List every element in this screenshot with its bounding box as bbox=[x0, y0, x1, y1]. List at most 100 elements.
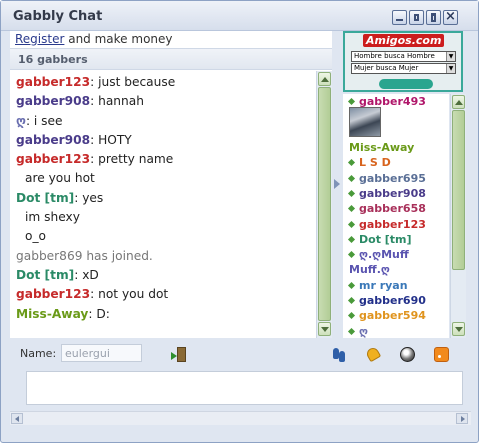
user-name: Dot [tm] bbox=[359, 232, 412, 246]
message-nick[interactable]: gabber908 bbox=[16, 94, 90, 108]
ad-banner[interactable]: Amigos.com Hombre busca Hombre ▼ Mujer bu… bbox=[343, 31, 463, 92]
user-list-item[interactable]: Muff.ღ bbox=[349, 263, 390, 277]
user-list-item[interactable]: gabber695 bbox=[343, 172, 426, 186]
online-status-icon bbox=[347, 159, 356, 167]
message-input[interactable] bbox=[26, 371, 463, 405]
restore-icon bbox=[414, 14, 419, 21]
horizontal-scrollbar[interactable] bbox=[10, 411, 471, 425]
chevron-left-icon bbox=[15, 416, 19, 422]
user-name: gabber908 bbox=[359, 186, 426, 200]
ad-option-1: Hombre busca Hombre bbox=[354, 52, 435, 60]
title-bar[interactable]: Gabbly Chat × bbox=[1, 1, 478, 31]
ad-logo[interactable]: Amigos.com bbox=[363, 34, 445, 47]
minimize-icon bbox=[396, 19, 403, 21]
users-scroll-down-button[interactable] bbox=[452, 322, 465, 336]
user-list-item[interactable]: gabber658 bbox=[343, 202, 426, 216]
users-scrollbar[interactable] bbox=[450, 94, 466, 338]
register-line: Register and make money bbox=[15, 32, 173, 46]
avatar[interactable] bbox=[349, 107, 381, 137]
message-text: pretty name bbox=[98, 152, 174, 167]
message-text: i see bbox=[33, 113, 63, 128]
online-status-icon bbox=[347, 312, 356, 320]
user-list-item[interactable]: ღ bbox=[343, 325, 368, 338]
online-status-icon bbox=[347, 281, 356, 289]
message-nick[interactable]: gabber123 bbox=[16, 75, 90, 89]
collapse-panel-arrow[interactable] bbox=[334, 179, 340, 189]
message-row: gabber123: not you dot bbox=[10, 285, 316, 304]
user-name: gabber594 bbox=[359, 309, 426, 323]
message-row: ღ: i see bbox=[10, 112, 316, 131]
scroll-down-button[interactable] bbox=[318, 322, 331, 336]
online-status-icon bbox=[347, 251, 356, 259]
dropdown-arrow-icon: ▼ bbox=[446, 52, 455, 61]
register-text: and make money bbox=[64, 32, 173, 46]
user-list-item[interactable]: gabber123 bbox=[343, 218, 426, 232]
user-name: L S D bbox=[359, 156, 391, 170]
scroll-right-button[interactable] bbox=[456, 413, 468, 424]
message-nick[interactable]: Dot [tm] bbox=[16, 191, 74, 205]
scroll-thumb[interactable] bbox=[318, 87, 331, 321]
gabbers-bar: 16 gabbers bbox=[10, 48, 332, 70]
close-button[interactable]: × bbox=[443, 9, 458, 25]
message-separator: : bbox=[90, 75, 99, 89]
ad-option-2: Mujer busca Mujer bbox=[354, 64, 419, 72]
scroll-left-button[interactable] bbox=[11, 413, 23, 424]
online-status-icon bbox=[347, 189, 356, 197]
register-link[interactable]: Register bbox=[15, 32, 64, 46]
user-list-item[interactable]: mr ryan bbox=[343, 279, 408, 293]
bell-icon[interactable] bbox=[364, 345, 382, 363]
user-list-item[interactable]: gabber594 bbox=[343, 309, 426, 323]
users-scroll-up-button[interactable] bbox=[452, 95, 465, 109]
message-separator: : bbox=[90, 152, 99, 167]
users-scroll-thumb[interactable] bbox=[452, 110, 465, 270]
footsteps-icon[interactable] bbox=[330, 346, 347, 363]
maximize-icon bbox=[431, 13, 436, 22]
message-nick[interactable]: gabber908 bbox=[16, 133, 90, 147]
messages-scrollbar[interactable] bbox=[316, 71, 332, 338]
message-nick[interactable]: Dot [tm] bbox=[16, 268, 74, 282]
message-nick[interactable]: Miss-Away bbox=[16, 307, 88, 321]
smiley-icon[interactable] bbox=[399, 346, 416, 363]
message-text: im shexy bbox=[25, 210, 80, 225]
name-field[interactable] bbox=[61, 344, 142, 362]
user-list-item[interactable]: Dot [tm] bbox=[343, 233, 412, 247]
user-list-item[interactable]: gabber690 bbox=[343, 294, 426, 308]
message-nick[interactable]: gabber123 bbox=[16, 287, 90, 301]
message-separator: : bbox=[25, 113, 34, 128]
chevron-down-icon bbox=[321, 327, 329, 332]
minimize-button[interactable] bbox=[392, 10, 407, 25]
user-list-item[interactable]: L S D bbox=[343, 156, 391, 170]
rss-feed-icon[interactable] bbox=[433, 346, 450, 363]
user-name: Miss-Away bbox=[349, 141, 415, 154]
message-row: Dot [tm]: xD bbox=[10, 266, 316, 285]
user-list-item[interactable]: gabber908 bbox=[343, 187, 426, 201]
ad-select-1[interactable]: Hombre busca Hombre ▼ bbox=[351, 51, 456, 62]
user-name: gabber695 bbox=[359, 171, 426, 185]
message-nick[interactable]: gabber123 bbox=[16, 152, 90, 166]
message-text: o_o bbox=[25, 229, 47, 244]
user-name: gabber658 bbox=[359, 202, 426, 216]
chat-window: Gabbly Chat × Register and make money 16… bbox=[0, 0, 479, 443]
door-exit-icon[interactable] bbox=[171, 346, 188, 363]
message-text: xD bbox=[82, 267, 99, 282]
user-list-item[interactable]: ღ.ღMuff bbox=[343, 248, 409, 262]
user-name: gabber690 bbox=[359, 294, 426, 307]
message-nick[interactable]: ღ bbox=[16, 114, 26, 128]
online-status-icon bbox=[347, 296, 356, 305]
user-name: Muff.ღ bbox=[349, 263, 390, 277]
user-list-item[interactable]: Miss-Away bbox=[349, 141, 414, 155]
close-icon: × bbox=[445, 9, 456, 24]
message-text: yes bbox=[82, 190, 104, 205]
message-row: gabber123: pretty name bbox=[10, 150, 316, 169]
user-name: ღ bbox=[359, 324, 368, 338]
message-separator: : bbox=[90, 94, 99, 109]
chevron-down-icon bbox=[455, 327, 463, 332]
restore-button[interactable] bbox=[409, 10, 424, 25]
maximize-button[interactable] bbox=[426, 10, 441, 25]
chevron-right-icon bbox=[461, 416, 465, 422]
message-row: are you hot bbox=[10, 169, 316, 188]
message-text: hannah bbox=[98, 94, 144, 109]
ad-select-2[interactable]: Mujer busca Mujer ▼ bbox=[351, 63, 456, 74]
ad-go-button[interactable] bbox=[379, 79, 433, 89]
scroll-up-button[interactable] bbox=[318, 72, 331, 86]
